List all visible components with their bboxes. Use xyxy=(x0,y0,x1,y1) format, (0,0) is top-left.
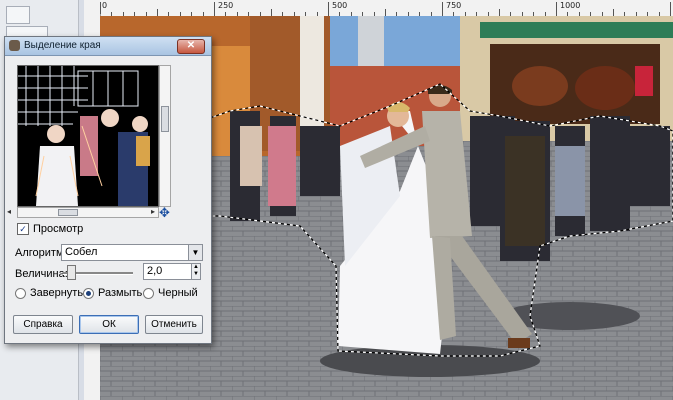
ruler-label: 750 xyxy=(446,1,462,10)
tool-button[interactable] xyxy=(6,6,30,24)
ruler-label: 250 xyxy=(218,1,234,10)
amount-value: 2,0 xyxy=(147,265,163,277)
ruler-label: 500 xyxy=(332,1,348,10)
ruler-label: 1000 xyxy=(560,1,581,10)
algorithm-value: Собел xyxy=(65,246,98,258)
cancel-button[interactable]: Отменить xyxy=(145,315,203,334)
radio-black-label: Черный xyxy=(158,287,198,299)
close-button[interactable]: ✕ xyxy=(177,39,205,54)
ruler-tick xyxy=(214,2,215,16)
dialog-titlebar[interactable]: Выделение края ✕ xyxy=(5,37,211,56)
ruler-label: 0 xyxy=(102,1,108,10)
amount-slider-handle[interactable] xyxy=(67,265,76,280)
ruler-tick xyxy=(499,9,500,16)
preview-vertical-scrollbar[interactable] xyxy=(159,65,171,207)
ruler-tick xyxy=(328,2,329,16)
algorithm-select[interactable]: Собел ▼ xyxy=(61,244,203,261)
amount-spinbox[interactable]: 2,0 ▲ ▼ xyxy=(143,263,201,280)
edge-detect-dialog: Выделение края ✕ ◂ ▸ ✥ ✓ Просмотр Алгори… xyxy=(4,36,212,344)
ruler-tick xyxy=(442,2,443,16)
radio-wrap-label: Завернуть xyxy=(30,287,84,299)
ruler-tick xyxy=(670,2,671,16)
scroll-right-icon[interactable]: ▸ xyxy=(151,207,155,216)
chevron-down-icon[interactable]: ▼ xyxy=(188,245,202,260)
ruler-tick xyxy=(157,9,158,16)
algorithm-label: Алгоритм: xyxy=(15,247,67,259)
radio-smear-label: Размыть xyxy=(98,287,143,299)
spin-arrows-icon[interactable]: ▲ ▼ xyxy=(191,264,200,279)
help-button[interactable]: Справка xyxy=(13,315,73,334)
scroll-left-icon[interactable]: ◂ xyxy=(7,207,11,216)
ruler-tick xyxy=(271,9,272,16)
preview-checkbox-label: Просмотр xyxy=(33,223,84,235)
preview-checkbox-row[interactable]: ✓ Просмотр xyxy=(17,223,83,235)
preview-area[interactable] xyxy=(17,65,159,207)
scroll-thumb[interactable] xyxy=(58,209,78,216)
ruler-tick xyxy=(385,9,386,16)
radio-smear[interactable]: Размыть xyxy=(83,287,142,299)
navigate-icon[interactable]: ✥ xyxy=(159,206,170,219)
ruler-tick xyxy=(613,9,614,16)
gimp-icon xyxy=(9,40,20,51)
dialog-title: Выделение края xyxy=(24,40,101,51)
preview-checkbox[interactable]: ✓ xyxy=(17,223,29,235)
horizontal-ruler: 0 250 500 750 1000 xyxy=(84,0,673,17)
radio-wrap-dot[interactable] xyxy=(15,287,26,299)
ruler-tick xyxy=(556,2,557,16)
edge-preview-image xyxy=(18,66,158,206)
radio-smear-dot[interactable] xyxy=(83,287,94,299)
radio-wrap[interactable]: Завернуть xyxy=(15,287,83,299)
ok-button[interactable]: ОК xyxy=(79,315,139,334)
amount-label: Величина: xyxy=(15,268,68,280)
preview-horizontal-scrollbar[interactable] xyxy=(17,207,159,218)
radio-black-dot[interactable] xyxy=(143,287,154,299)
scroll-thumb[interactable] xyxy=(161,106,169,132)
radio-black[interactable]: Черный xyxy=(143,287,198,299)
